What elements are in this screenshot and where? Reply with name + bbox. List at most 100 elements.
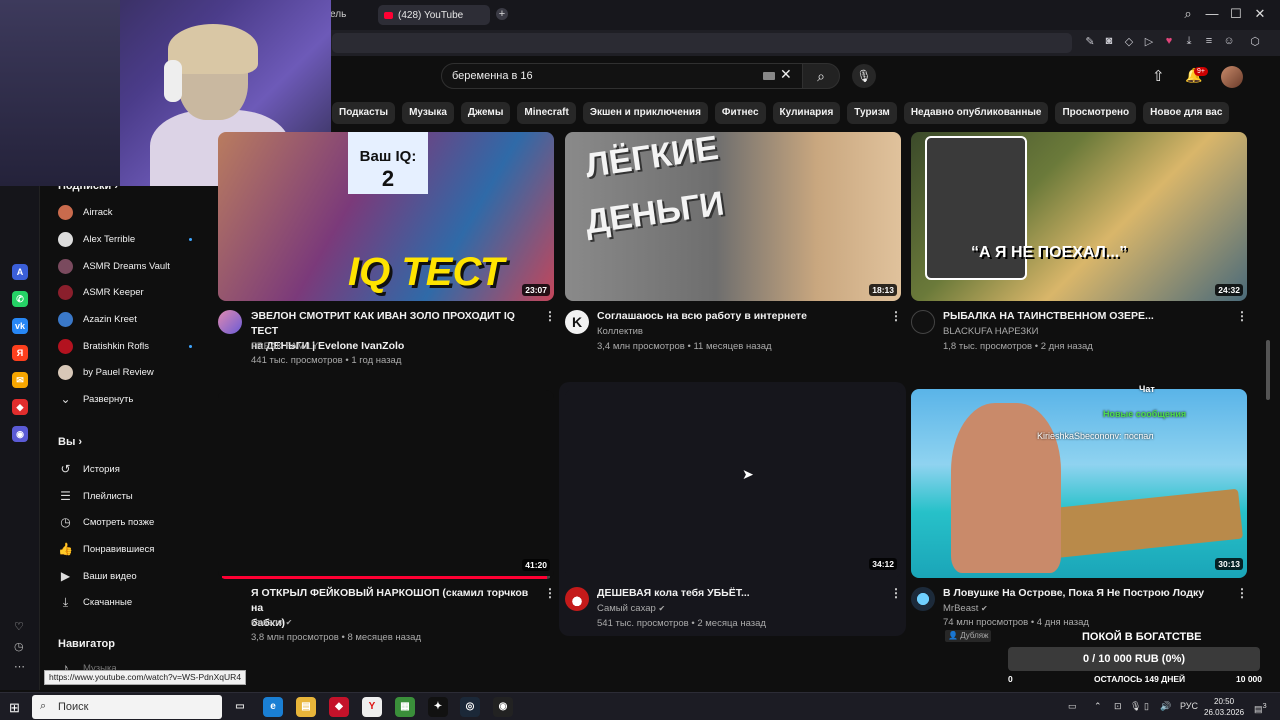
video-thumbnail[interactable]: ЛЁГКИЕ ДЕНЬГИ 18:13 [565, 132, 901, 301]
menu-icon[interactable]: ≡ [1202, 35, 1216, 47]
chip-action-adventure[interactable]: Экшен и приключения [582, 102, 708, 124]
sidebar-item-asmr-dreams-vault[interactable]: ASMR Dreams Vault [58, 256, 208, 276]
chip-minecraft[interactable]: Minecraft [517, 102, 576, 124]
more-options-icon[interactable]: ⋮ [544, 309, 556, 323]
tray-network-icon[interactable]: ⊡ [1114, 701, 1122, 712]
dark-app-icon[interactable]: ✦ [428, 697, 448, 717]
previous-tab[interactable]: ель [330, 9, 346, 20]
sidebar-item-airrack[interactable]: Airrack [58, 202, 208, 222]
channel-name[interactable]: BLACKUFA НАРЕЗКИ [943, 324, 1039, 339]
video-thumbnail[interactable]: 34:12 [565, 389, 901, 578]
sidebar-item-liked[interactable]: 👍 Понравившиеся [58, 539, 208, 559]
video-title[interactable]: В Ловушке На Острове, Пока Я Не Построю … [943, 586, 1233, 601]
tray-battery-icon[interactable]: ▯ [1144, 701, 1149, 712]
sidebar-item-your-videos[interactable]: ▶ Ваши видео [58, 566, 208, 586]
search-input[interactable]: беременна в 16 [441, 63, 803, 89]
sidebar-item-downloads[interactable]: ⤓ Скачанные [58, 592, 208, 612]
sidebar-item-bratishkin-rofls[interactable]: Bratishkin Rofls [58, 336, 208, 356]
chip-recently-uploaded[interactable]: Недавно опубликованные [903, 102, 1049, 124]
file-explorer-icon[interactable]: ▤ [296, 697, 316, 717]
video-thumbnail[interactable]: “А Я НЕ ПОЕХАЛ...” 24:32 [911, 132, 1247, 301]
mail-icon[interactable]: ✉ [12, 372, 28, 388]
windows-start-icon[interactable]: ⊞ [9, 700, 20, 716]
obs-icon[interactable]: ◉ [493, 697, 513, 717]
sidebar-item-playlists[interactable]: ☰ Плейлисты [58, 486, 208, 506]
profile-icon[interactable]: ☺ [1222, 35, 1236, 47]
video-title[interactable]: Я ОТКРЫЛ ФЕЙКОВЫЙ НАРКОШОП (скамил торчк… [251, 586, 541, 631]
video-thumbnail[interactable]: Ваш IQ: 2 IQ ТЕСТ 23:07 [218, 132, 554, 301]
url-field[interactable] [332, 33, 1072, 53]
sidebar-item-watch-later[interactable]: ◷ Смотреть позже [58, 512, 208, 532]
channel-avatar[interactable] [218, 310, 242, 334]
channel-avatar[interactable] [911, 310, 935, 334]
channel-name[interactable]: MrBeast ✔ [943, 601, 988, 616]
more-options-icon[interactable]: ⋮ [890, 309, 902, 323]
sidebar-item-history[interactable]: ↺ История [58, 459, 208, 479]
maximize-button[interactable]: ☐ [1228, 6, 1244, 22]
yandex-icon[interactable]: Я [12, 345, 28, 361]
search-button[interactable]: ⌕ [802, 63, 840, 89]
video-title[interactable]: РЫБАЛКА НА ТАИНСТВЕННОМ ОЗЕРЕ... [943, 309, 1233, 324]
chip-tourism[interactable]: Туризм [847, 102, 897, 124]
heart-icon[interactable]: ♥ [1162, 35, 1176, 47]
tray-mic-icon[interactable]: 🎙 [1130, 701, 1141, 712]
clear-search-icon[interactable]: ✕ [780, 66, 792, 83]
taskbar-clock[interactable]: 20:50 26.03.2026 [1204, 696, 1244, 718]
channel-avatar[interactable] [911, 587, 935, 611]
chip-new-to-you[interactable]: Новое для вас [1143, 102, 1230, 124]
extensions-icon[interactable]: ⬡ [1248, 35, 1262, 48]
chip-watched[interactable]: Просмотрено [1055, 102, 1137, 124]
steam-icon[interactable]: ◎ [460, 697, 480, 717]
language-indicator[interactable]: РУС [1180, 701, 1198, 711]
account-avatar[interactable] [1221, 66, 1243, 88]
expand-subscriptions-button[interactable]: ⌄ Развернуть [58, 389, 208, 409]
you-heading[interactable]: Вы › [58, 436, 82, 448]
tray-volume-icon[interactable]: 🔊 [1160, 701, 1171, 712]
chip-music[interactable]: Музыка [402, 102, 454, 124]
edit-icon[interactable]: ✎ [1083, 35, 1097, 48]
voice-search-button[interactable]: 🎙 [852, 64, 876, 88]
tray-app-icon[interactable]: ▭ [1068, 701, 1077, 712]
camera-icon[interactable]: ◙ [1102, 35, 1116, 47]
channel-name[interactable]: FREAK FAMILY [251, 339, 318, 354]
keyboard-icon[interactable] [763, 72, 775, 80]
video-title[interactable]: Соглашаюсь на всю работу в интернете [597, 309, 887, 324]
channel-avatar[interactable]: K [565, 310, 589, 334]
more-options-icon[interactable]: ⋮ [544, 586, 556, 600]
task-view-icon[interactable]: ▭ [230, 697, 250, 717]
sidebar-item-alex-terrible[interactable]: Alex Terrible [58, 229, 208, 249]
close-window-button[interactable]: ✕ [1252, 6, 1268, 22]
play-icon[interactable]: ▷ [1142, 35, 1156, 48]
video-title[interactable]: ДЕШЕВАЯ кола тебя УБЬЁТ... [597, 586, 887, 601]
vk-icon[interactable]: vk [12, 318, 28, 334]
minecraft-icon[interactable]: ▦ [395, 697, 415, 717]
favorites-icon[interactable]: ♡ [14, 620, 24, 633]
sidebar-item-asmr-keeper[interactable]: ASMR Keeper [58, 282, 208, 302]
channel-name[interactable]: кэшзло ✔ [251, 615, 292, 630]
games-icon[interactable]: ◆ [12, 399, 28, 415]
chip-cooking[interactable]: Кулинария [772, 102, 841, 124]
youtube-tab[interactable]: (428) YouTube [378, 5, 490, 25]
video-thumbnail[interactable]: 30:13 [911, 389, 1247, 578]
new-tab-button[interactable]: + [496, 8, 508, 20]
taskbar-search[interactable]: Поиск [32, 695, 222, 719]
channel-avatar[interactable] [565, 587, 589, 611]
channel-name[interactable]: Самый сахар ✔ [597, 601, 665, 616]
sidebar-item-azazin-kreet[interactable]: Azazin Kreet [58, 309, 208, 329]
edge-icon[interactable]: e [263, 697, 283, 717]
channel-name[interactable]: Коллектив [597, 324, 643, 339]
browser-search-icon[interactable]: ⌕ [1180, 6, 1196, 22]
notification-center-icon[interactable]: ▤3 [1254, 701, 1267, 715]
history-strip-icon[interactable]: ◷ [14, 640, 24, 653]
page-scrollbar[interactable] [1266, 340, 1270, 400]
assistant-icon[interactable]: ◉ [12, 426, 28, 442]
yandex-browser-icon[interactable]: Y [362, 697, 382, 717]
more-icon[interactable]: ⋯ [14, 660, 25, 673]
more-options-icon[interactable]: ⋮ [1236, 309, 1248, 323]
video-thumbnail[interactable]: 41:20 [218, 390, 554, 579]
tray-chevron-icon[interactable]: ⌃ [1094, 701, 1102, 712]
red-app-icon[interactable]: ◆ [329, 697, 349, 717]
sidebar-item-by-pauel-review[interactable]: by Pauel Review [58, 362, 208, 382]
more-options-icon[interactable]: ⋮ [1236, 586, 1248, 600]
app-launcher-icon[interactable]: A [12, 264, 28, 280]
